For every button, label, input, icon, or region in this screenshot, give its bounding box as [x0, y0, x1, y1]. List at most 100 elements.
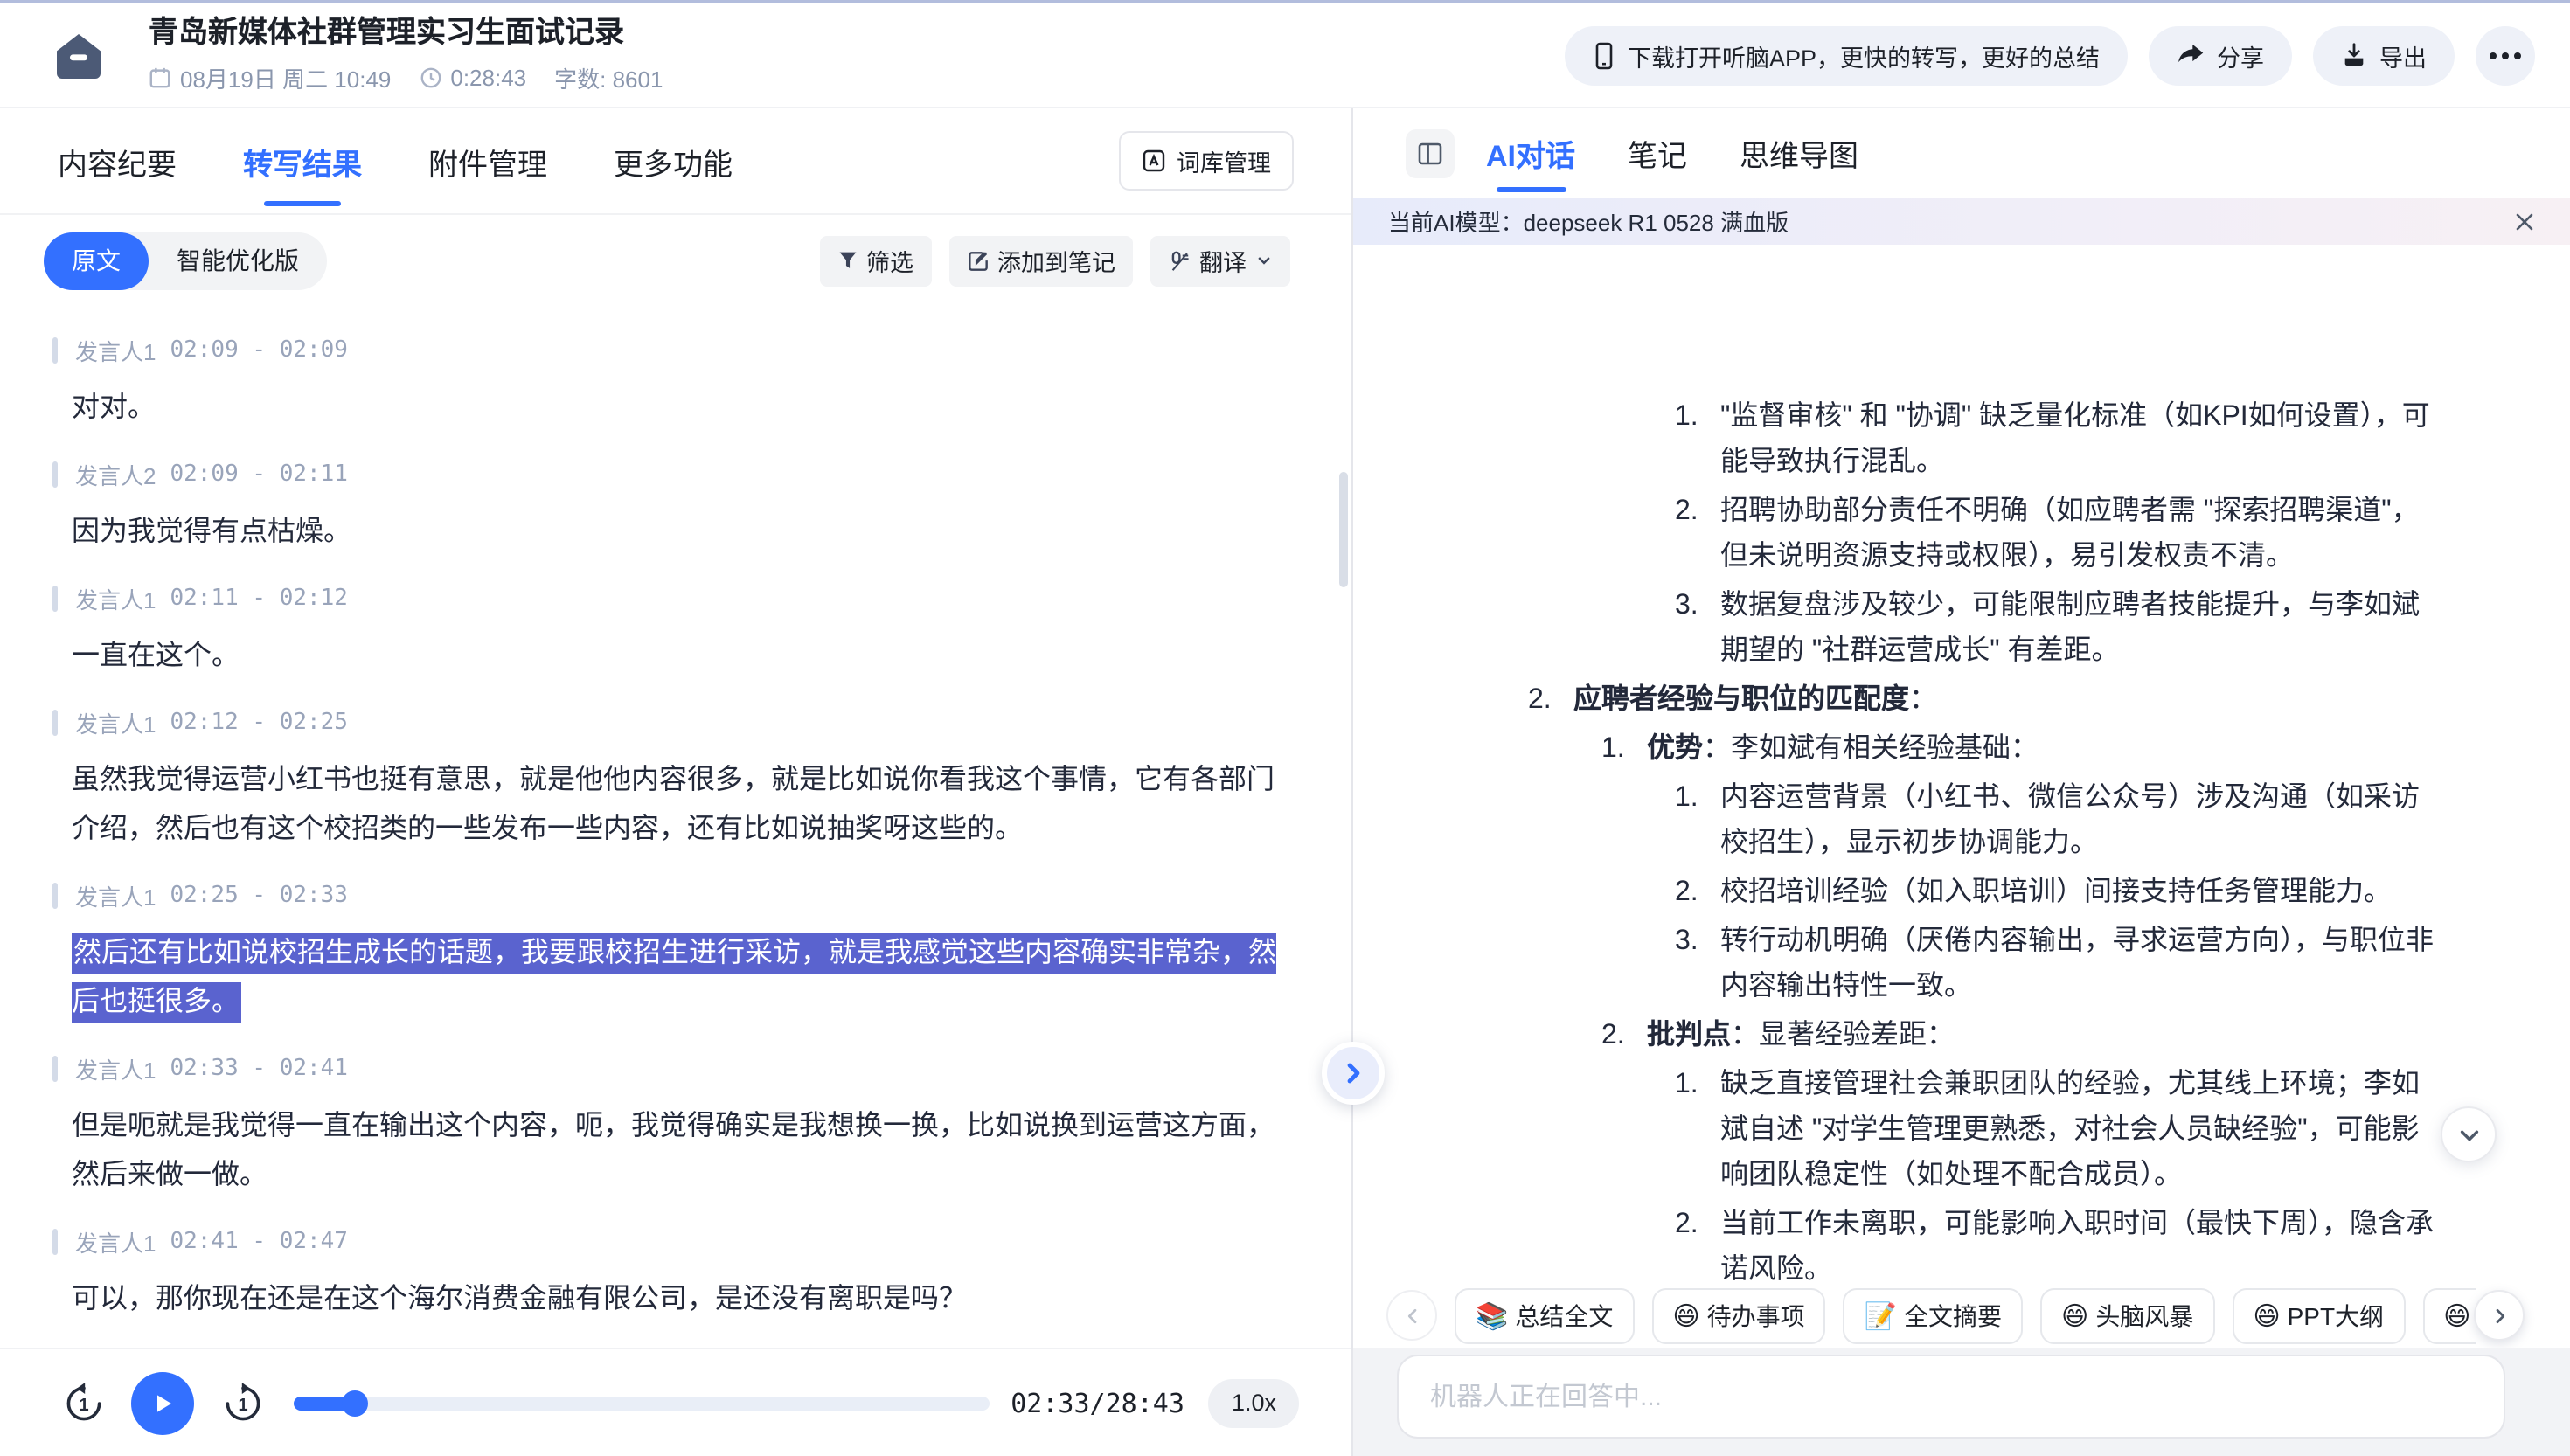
ai-item-text: 批判点：显著经验差距： — [1647, 1014, 2437, 1059]
tab-attachments[interactable]: 附件管理 — [428, 108, 547, 213]
ai-item-text: 数据复盘涉及较少，可能限制应聘者技能提升，与李如斌期望的 "社群运营成长" 有差… — [1720, 584, 2437, 675]
more-options-button[interactable] — [2476, 25, 2535, 85]
quick-action-chip[interactable]: 😄 头脑风暴 — [2040, 1287, 2214, 1343]
ai-item-number: 1. — [1675, 1063, 1720, 1199]
tab-content-summary[interactable]: 内容纪要 — [58, 108, 177, 213]
export-button[interactable]: 导出 — [2313, 25, 2455, 85]
entry-time: 02:41 - 02:47 — [170, 1229, 348, 1255]
filter-icon — [837, 250, 858, 271]
download-app-button[interactable]: 下载打开听脑APP，更快的转写，更好的总结 — [1565, 25, 2128, 85]
collapse-panel-button[interactable] — [1406, 128, 1455, 177]
ai-list-item: 2. 当前工作未离职，可能影响入职时间（最快下周），隐含承诺风险。 — [1675, 1203, 2437, 1283]
entry-label: 发言人2 02:09 - 02:11 — [52, 458, 1285, 491]
transcript-entry[interactable]: 发言人1 02:09 - 02:09 对对。 — [52, 334, 1285, 433]
transcript-entry[interactable]: 发言人1 02:33 - 02:41 但是呃就是我觉得一直在输出这个内容，呃，我… — [52, 1052, 1285, 1201]
transcript-toolbar: 原文 智能优化版 筛选 添加到笔记 翻译 — [0, 215, 1351, 306]
tab-notes[interactable]: 笔记 — [1628, 108, 1687, 198]
chip-emoji-icon: 😄 — [2061, 1300, 2088, 1331]
quick-action-chip[interactable]: 😄 批判性思维 — [2422, 1287, 2476, 1343]
share-button[interactable]: 分享 — [2149, 25, 2292, 85]
ai-chat-input[interactable] — [1397, 1355, 2505, 1439]
chips-scroll-right-button[interactable] — [2474, 1290, 2525, 1341]
transcript-entry[interactable]: 发言人1 02:41 - 02:47 可以，那你现在还是在这个海尔消费金融有限公… — [52, 1225, 1285, 1325]
entry-text[interactable]: 一直在这个。 — [72, 633, 1285, 682]
chip-label: 待办事项 — [1707, 1298, 1805, 1333]
expand-panel-button[interactable] — [1322, 1042, 1385, 1105]
calendar-icon — [149, 66, 171, 89]
tab-more-features[interactable]: 更多功能 — [614, 108, 733, 213]
chip-label: 总结全文 — [1515, 1298, 1613, 1333]
audio-player: 1 1 02:33/28:43 1.0x — [0, 1348, 1351, 1456]
svg-text:1: 1 — [79, 1395, 88, 1414]
forward-1s-icon[interactable]: 1 — [220, 1380, 266, 1425]
app-window: 青岛新媒体社群管理实习生面试记录 08月19日 周二 10:49 0:28:43… — [0, 0, 2570, 1456]
speaker-bar — [52, 883, 58, 909]
ai-input-strip — [1353, 1348, 2570, 1456]
speaker-name: 发言人1 — [75, 706, 156, 739]
transcript-list[interactable]: 发言人1 02:09 - 02:09 对对。 发言人2 02:09 - 02:1… — [0, 306, 1351, 1348]
svg-text:1: 1 — [238, 1395, 247, 1414]
ai-item-text: 内容运营背景（小红书、微信公众号）涉及沟通（如采访校招生），显示初步协调能力。 — [1720, 776, 2437, 867]
quick-action-chip[interactable]: 📚 总结全文 — [1455, 1287, 1634, 1343]
share-icon — [2177, 42, 2205, 68]
entry-label: 发言人1 02:12 - 02:25 — [52, 706, 1285, 739]
chips-scroll-left-button[interactable] — [1386, 1290, 1437, 1341]
entry-text[interactable]: 可以，那你现在还是在这个海尔消费金融有限公司，是还没有离职是吗？ — [72, 1276, 1285, 1325]
tool-group: 筛选 添加到笔记 翻译 — [819, 235, 1290, 286]
ai-item-number: 2. — [1675, 489, 1720, 580]
speaker-bar — [52, 337, 58, 364]
playback-speed-button[interactable]: 1.0x — [1209, 1378, 1299, 1427]
toggle-optimized[interactable]: 智能优化版 — [149, 232, 327, 289]
progress-bar[interactable] — [294, 1396, 990, 1410]
speaker-name: 发言人1 — [75, 879, 156, 912]
ai-chat-content[interactable]: 1. "监督审核" 和 "协调" 缺乏量化标准（如KPI如何设置），可能导致执行… — [1353, 353, 2570, 1283]
ai-panel-header: AI对话 笔记 思维导图 — [1353, 108, 2570, 198]
close-icon — [2514, 211, 2535, 232]
entry-text[interactable]: 然后还有比如说校招生成长的话题，我要跟校招生进行采访，就是我感觉这些内容确实非常… — [72, 930, 1285, 1028]
ai-list-item: 2. 校招培训经验（如入职培训）间接支持任务管理能力。 — [1675, 870, 2437, 916]
play-button[interactable] — [131, 1371, 194, 1434]
dictionary-manage-button[interactable]: 词库管理 — [1119, 131, 1294, 191]
filter-button[interactable]: 筛选 — [819, 235, 931, 286]
quick-action-chip[interactable]: 📝 全文摘要 — [1844, 1287, 2023, 1343]
page-title: 青岛新媒体社群管理实习生面试记录 — [149, 16, 663, 52]
ai-item-number: 2. — [1528, 678, 1573, 724]
ai-list-item: 3. 数据复盘涉及较少，可能限制应聘者技能提升，与李如斌期望的 "社群运营成长"… — [1675, 584, 2437, 675]
tab-mindmap[interactable]: 思维导图 — [1740, 108, 1858, 198]
transcript-scrollbar[interactable] — [1339, 472, 1348, 587]
header: 青岛新媒体社群管理实习生面试记录 08月19日 周二 10:49 0:28:43… — [0, 3, 2570, 108]
quick-action-chip[interactable]: 😄 待办事项 — [1651, 1287, 1825, 1343]
ai-item-text: 转行动机明确（厌倦内容输出，寻求运营方向），与职位非内容输出特性一致。 — [1720, 919, 2437, 1010]
entry-label: 发言人1 02:41 - 02:47 — [52, 1225, 1285, 1258]
duration-meta: 0:28:43 — [419, 65, 526, 91]
entry-label: 发言人1 02:11 - 02:12 — [52, 582, 1285, 615]
tab-ai-chat[interactable]: AI对话 — [1486, 108, 1575, 198]
entry-text[interactable]: 因为我觉得有点枯燥。 — [72, 509, 1285, 558]
progress-knob[interactable] — [341, 1390, 367, 1416]
chip-label: 全文摘要 — [1904, 1298, 2002, 1333]
title-block: 青岛新媒体社群管理实习生面试记录 08月19日 周二 10:49 0:28:43… — [149, 16, 663, 95]
entry-text[interactable]: 虽然我觉得运营小红书也挺有意思，就是他他内容很多，就是比如说你看我这个事情，它有… — [72, 757, 1285, 855]
transcript-entry[interactable]: 发言人1 02:11 - 02:12 一直在这个。 — [52, 582, 1285, 682]
scroll-to-bottom-button[interactable] — [2441, 1106, 2497, 1162]
transcript-panel: 内容纪要 转写结果 附件管理 更多功能 词库管理 原文 智能优化版 筛选 — [0, 108, 1351, 1456]
transcript-entry[interactable]: 发言人1 02:12 - 02:25 虽然我觉得运营小红书也挺有意思，就是他他内… — [52, 706, 1285, 855]
transcript-entry[interactable]: 发言人1 02:25 - 02:33 然后还有比如说校招生成长的话题，我要跟校招… — [52, 879, 1285, 1028]
speaker-name: 发言人1 — [75, 1225, 156, 1258]
speaker-bar — [52, 1229, 58, 1255]
quick-action-chip[interactable]: 😄 PPT大纲 — [2232, 1287, 2405, 1343]
toggle-original[interactable]: 原文 — [44, 232, 149, 289]
translate-button[interactable]: 翻译 — [1150, 235, 1290, 286]
ai-list-item: 2. 应聘者经验与职位的匹配度： — [1528, 678, 2437, 724]
add-to-note-button[interactable]: 添加到笔记 — [948, 235, 1133, 286]
entry-text[interactable]: 对对。 — [72, 385, 1285, 433]
entry-time: 02:25 - 02:33 — [170, 883, 348, 909]
ai-item-text: 缺乏直接管理社会兼职团队的经验，尤其线上环境；李如斌自述 "对学生管理更熟悉，对… — [1720, 1063, 2437, 1199]
tab-transcription-result[interactable]: 转写结果 — [243, 108, 362, 213]
home-logo-icon[interactable] — [47, 24, 110, 87]
close-banner-button[interactable] — [2514, 211, 2535, 232]
entry-text[interactable]: 但是呃就是我觉得一直在输出这个内容，呃，我觉得确实是我想换一换，比如说换到运营这… — [72, 1103, 1285, 1201]
rewind-1s-icon[interactable]: 1 — [61, 1380, 107, 1425]
chip-emoji-icon: 😄 — [1672, 1300, 1699, 1331]
transcript-entry[interactable]: 发言人2 02:09 - 02:11 因为我觉得有点枯燥。 — [52, 458, 1285, 558]
